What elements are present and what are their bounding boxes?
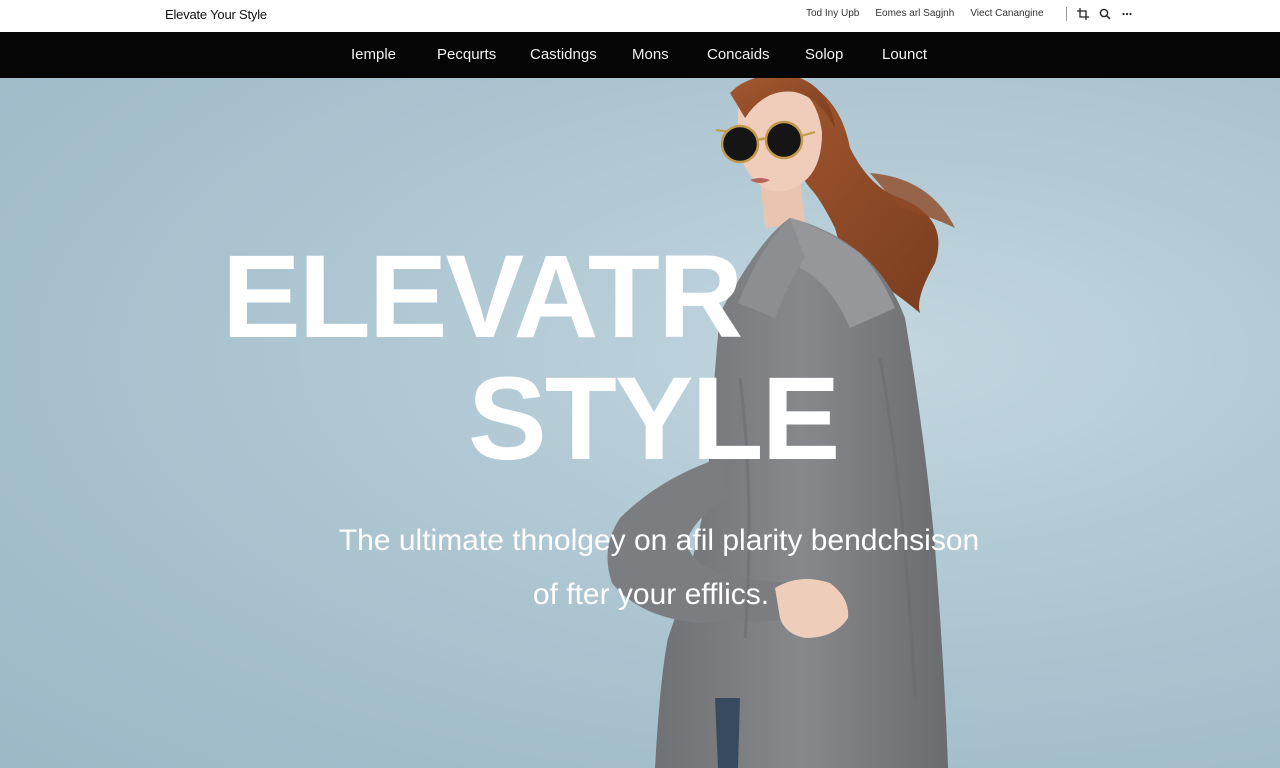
hero-tagline-line-2: of fter your efflics. <box>532 578 770 611</box>
nav-item-castidngs[interactable]: Castidngs <box>530 46 597 63</box>
brand-name[interactable]: Elevate Your Style <box>165 7 267 22</box>
more-icon[interactable] <box>1120 6 1134 22</box>
hero-tagline-line-1: The ultimate thnolgey on afil plarity be… <box>338 524 980 557</box>
utility-link-1[interactable]: Tod Iny Upb <box>806 8 859 19</box>
search-icon[interactable] <box>1098 6 1112 22</box>
top-utility-bar: Elevate Your Style Tod Iny Upb Eomes arl… <box>0 0 1280 32</box>
utility-divider <box>1066 7 1067 21</box>
nav-item-solop[interactable]: Solop <box>805 46 843 63</box>
nav-item-iemple[interactable]: Iemple <box>351 46 396 63</box>
nav-item-concaids[interactable]: Concaids <box>707 46 770 63</box>
utility-links: Tod Iny Upb Eomes arl Sagjnh Viect Canan… <box>806 8 1060 19</box>
nav-item-pecqurts[interactable]: Pecqurts <box>437 46 496 63</box>
main-navigation: Iemple Pecqurts Castidngs Mons Concaids … <box>0 32 1280 78</box>
utility-link-3[interactable]: Viect Canangine <box>970 8 1043 19</box>
nav-item-lounct[interactable]: Lounct <box>882 46 927 63</box>
nav-item-mons[interactable]: Mons <box>632 46 669 63</box>
hero-headline-line-2: STYLE <box>468 353 840 485</box>
utility-link-2[interactable]: Eomes arl Sagjnh <box>875 8 954 19</box>
hero-headline-line-1: ELEVATR <box>222 231 743 363</box>
crop-icon[interactable] <box>1076 6 1090 22</box>
nav-list: Iemple Pecqurts Castidngs Mons Concaids … <box>0 32 1280 78</box>
utility-icons <box>1076 6 1134 22</box>
hero-banner: ELEVATR STYLE The ultimate thnolgey on a… <box>0 78 1280 768</box>
